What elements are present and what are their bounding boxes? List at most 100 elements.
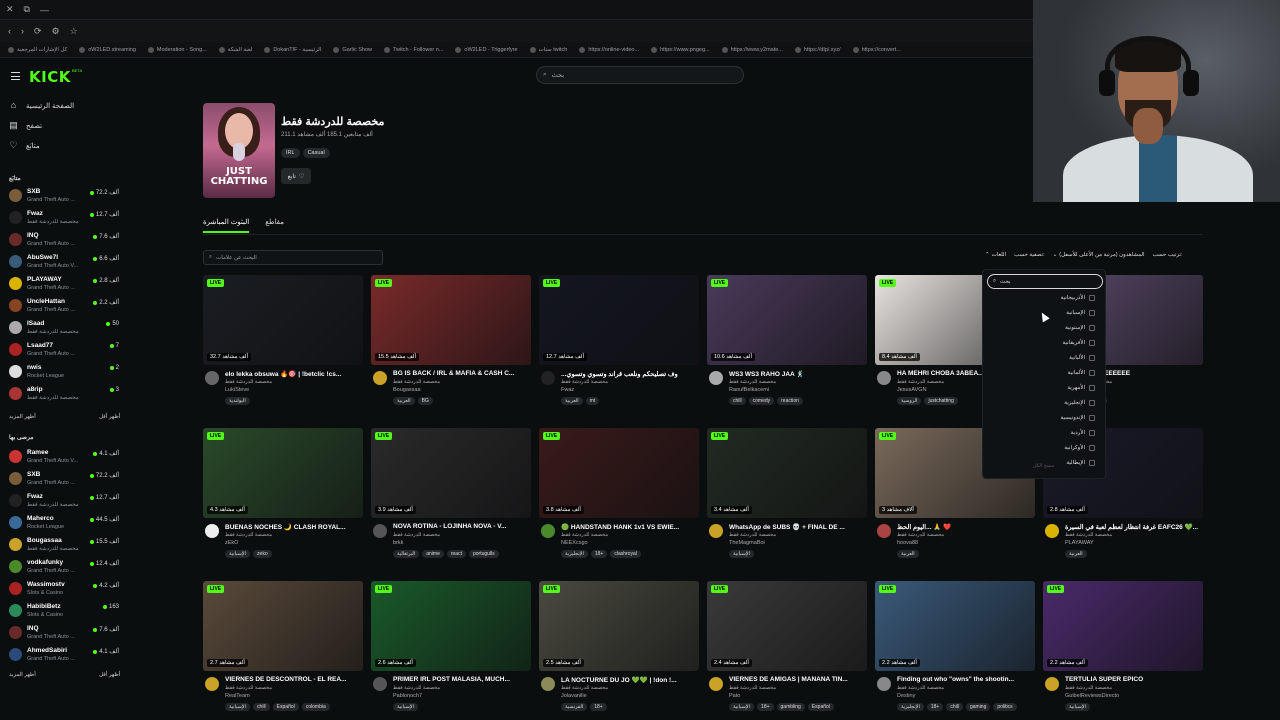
stream-tag[interactable]: colombia [301,703,330,711]
language-option[interactable]: الإسبانية [1066,310,1095,316]
stream-tag[interactable]: anime [422,550,444,558]
stream-tag[interactable]: الإسبانية [729,550,755,558]
language-filter-dropdown[interactable]: ⌃ اللغات [985,252,1006,258]
stream-tag[interactable]: clashroyal [610,550,641,558]
stream-tag[interactable]: الروسية [897,397,922,405]
checkbox[interactable] [1089,430,1095,436]
stream-card[interactable]: LIVE 3.8 ألف مشاهد 🟢 HANDSTAND HANK 1v1 VS… [539,428,699,558]
streamer-avatar[interactable] [541,524,555,538]
streamer-avatar[interactable] [373,524,387,538]
menu-icon[interactable] [11,72,20,80]
sidebar-channel[interactable]: INQ Grand Theft Auto ... 7.6 ألف [9,230,121,252]
stream-thumbnail[interactable]: LIVE 4.3 ألف مشاهد [203,428,363,518]
stream-thumbnail[interactable]: LIVE 12.7 ألف مشاهد [539,275,699,365]
stream-category[interactable]: مخصصة للدردشة فقط [729,379,776,385]
sidebar-nav-item[interactable]: ▤ تصفح [9,121,42,130]
sidebar-channel[interactable]: SXB Grand Theft Auto ... 72.2 ألف [9,186,121,208]
kick-logo[interactable]: KICK [29,68,71,86]
stream-title[interactable]: NOVA ROTINA - LOJINHA NOVA - V... [393,523,531,530]
streamer-avatar[interactable] [709,677,723,691]
stream-tag[interactable]: mt [585,397,600,405]
tag-irl[interactable]: IRL [281,148,300,158]
tag-search-input[interactable]: ⌕ البحث عن علامات [203,250,383,265]
streamer-avatar[interactable] [205,524,219,538]
stream-category[interactable]: مخصصة للدردشة فقط [393,379,440,385]
stream-tag[interactable]: BG [417,397,433,405]
stream-category[interactable]: مخصصة للدردشة فقط [225,379,272,385]
stream-card[interactable]: LIVE 2.5 ألف مشاهد LA NOCTURNE DU JO 💚💚 | … [539,581,699,711]
stream-category[interactable]: مخصصة للدردشة فقط [897,379,944,385]
stream-category[interactable]: مخصصة للدردشة فقط [897,685,944,691]
language-option[interactable]: الإندونيسية [1061,415,1095,421]
bookmark-item[interactable]: DokanTIF - الرئيسية [264,46,321,53]
streamer-name[interactable]: RealTeam [225,693,250,699]
streamer-name[interactable]: JesusAVGN [897,387,927,393]
stream-card[interactable]: LIVE 3.9 ألف مشاهد NOVA ROTINA - LOJINHA N… [371,428,531,558]
stream-category[interactable]: مخصصة للدردشة فقط [393,532,440,538]
sidebar-channel[interactable]: INQ Grand Theft Auto ... 7.6 ألف [9,623,121,645]
tab-icon[interactable]: ⧉ [24,4,30,15]
stream-title[interactable]: WhatsApp de SUBS 💀 + FINAL DE ... [729,523,867,531]
bookmark-item[interactable]: https://online-video... [579,46,639,53]
stream-tag[interactable]: gambling [776,703,805,711]
close-window-icon[interactable]: ✕ [6,4,14,15]
stream-card[interactable]: LIVE 10.6 ألف مشاهد WS3 WS3 RAHO JAA 🕺 مخصص… [707,275,867,405]
stream-title[interactable]: WS3 WS3 RAHO JAA 🕺 [729,370,867,378]
stream-card[interactable]: LIVE 2.7 ألف مشاهد VIERNES DE DESCONTROL -… [203,581,363,711]
stream-category[interactable]: مخصصة للدردشة فقط [1065,532,1112,538]
stream-title[interactable]: PRIMER IRL POST MALASIA, MUCH... [393,676,531,683]
stream-tag[interactable]: العربية [393,397,415,405]
streamer-avatar[interactable] [541,371,555,385]
sidebar-channel[interactable]: AbuSwe7l Grand Theft Auto V... 6.6 ألف [9,252,121,274]
streamer-name[interactable]: GuibelReviewsDirecto [1065,693,1119,699]
stream-tag[interactable]: الإسبانية [225,550,251,558]
sidebar-channel[interactable]: SXB Grand Theft Auto ... 72.2 ألف [9,469,121,491]
show-more-button[interactable]: أظهر المزيد [9,414,36,420]
streamer-avatar[interactable] [205,371,219,385]
streamer-name[interactable]: LukiSteve [225,387,249,393]
bookmark-item[interactable]: https://www.pngeg... [651,46,710,53]
streamer-avatar[interactable] [373,677,387,691]
language-option[interactable]: الأوكرانية [1064,445,1095,451]
streamer-avatar[interactable] [709,371,723,385]
streamer-name[interactable]: Bougassaa [393,387,421,393]
bookmark-item[interactable]: oW2LED - Triggerfyre [455,46,518,53]
streamer-avatar[interactable] [1045,524,1059,538]
bookmark-item[interactable]: كل الإشارات المرجعية [8,46,67,53]
stream-thumbnail[interactable]: LIVE 2.7 ألف مشاهد [203,581,363,671]
stream-tag[interactable]: الإنجليزية [897,703,924,711]
stream-category[interactable]: مخصصة للدردشة فقط [729,532,776,538]
stream-thumbnail[interactable]: LIVE 3.8 ألف مشاهد [539,428,699,518]
sidebar-channel[interactable]: UncleHattan Grand Theft Auto ... 2.2 ألف [9,296,121,318]
sidebar-nav-item[interactable]: ⌂ الصفحة الرئيسية [9,101,74,110]
stream-tag[interactable]: comedy [748,397,775,405]
streamer-avatar[interactable] [1045,677,1059,691]
checkbox[interactable] [1089,445,1095,451]
bookmark-item[interactable]: https://www.y2mate... [721,46,783,53]
language-option[interactable]: الأفريقانية [1063,340,1095,346]
streamer-avatar[interactable] [205,677,219,691]
streamer-avatar[interactable] [709,524,723,538]
streamer-name[interactable]: Pato [729,693,740,699]
streamer-name[interactable]: brkk [393,540,403,546]
stream-tag[interactable]: 18+ [757,703,774,711]
stream-category[interactable]: مخصصة للدردشة فقط [1065,685,1112,691]
stream-thumbnail[interactable]: LIVE 10.6 ألف مشاهد [707,275,867,365]
bookmark-item[interactable]: https://dlp/.xyz/ [794,46,841,53]
sidebar-channel[interactable]: HabibiBetz Slots & Casino 163 [9,601,121,623]
tab-live[interactable]: البثوث المباشرة [203,218,250,233]
stream-tag[interactable]: 18+ [926,703,944,711]
stream-title[interactable]: BG IS BACK / IRL & MAFIA & CASH C... [393,370,531,377]
language-option[interactable]: الإنجليزية [1064,400,1095,406]
checkbox[interactable] [1089,370,1095,376]
show-more-button[interactable]: أظهر المزيد [9,672,36,678]
stream-thumbnail[interactable]: LIVE 3.9 ألف مشاهد [371,428,531,518]
stream-tag[interactable]: justchatting [924,397,958,405]
stream-card[interactable]: LIVE 3.4 ألف مشاهد WhatsApp de SUBS 💀 + FI… [707,428,867,558]
clear-all-button[interactable]: مسح الكل [1033,463,1054,469]
sidebar-channel[interactable]: AhmedSabiri Grand Theft Auto ... 4.1 ألف [9,645,121,667]
stream-title[interactable]: Finding out who "owns" the shootin... [897,676,1035,683]
stream-title[interactable]: BUENAS NOCHES 🌙 CLASH ROYAL... [225,523,363,531]
stream-category[interactable]: مخصصة للدردشة فقط [225,685,272,691]
stream-tag[interactable]: العربية [561,397,583,405]
